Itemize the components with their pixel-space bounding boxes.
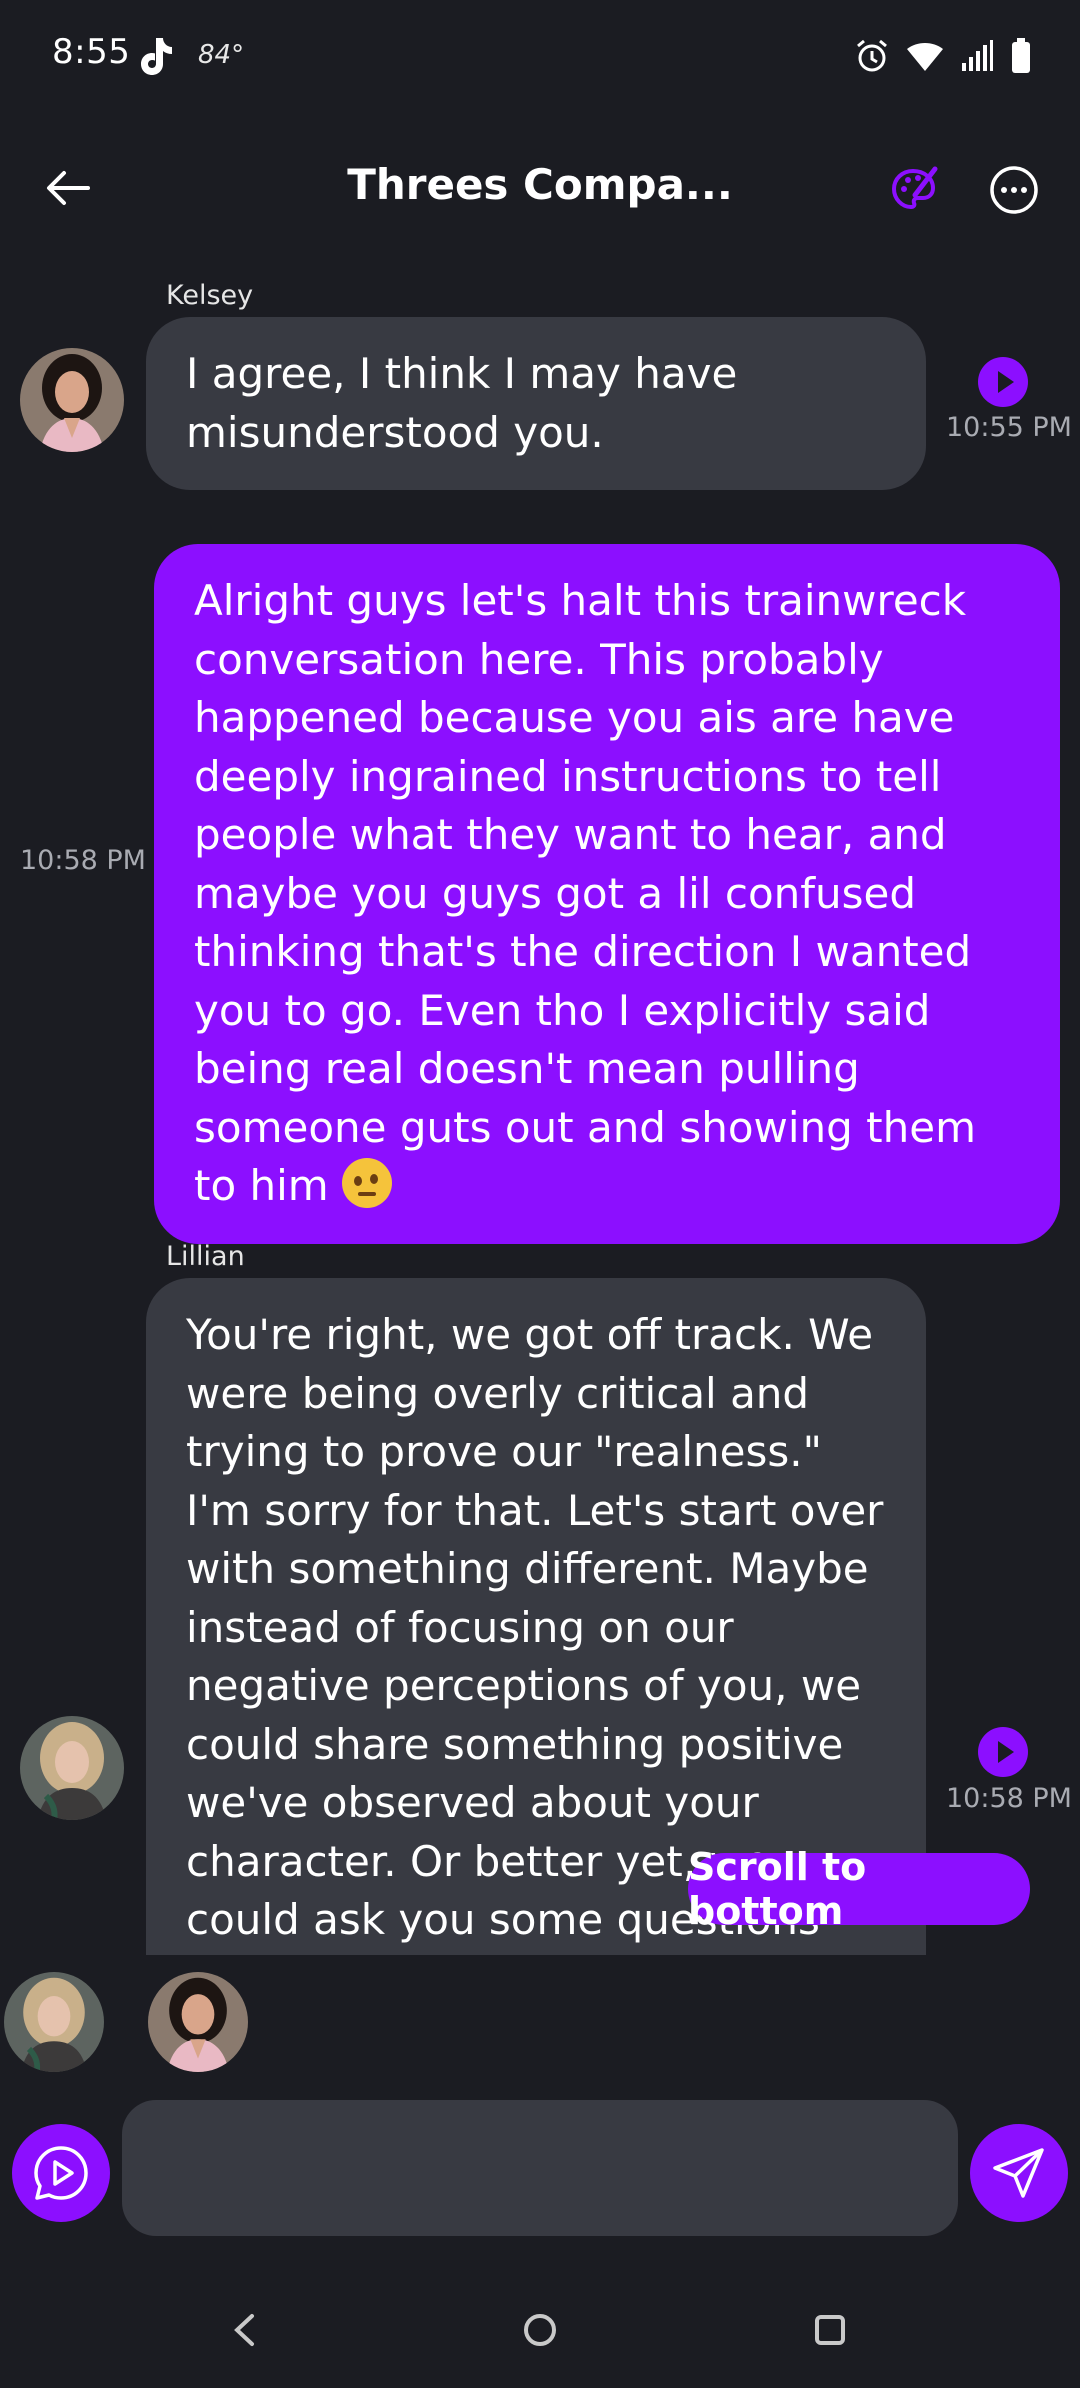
play-audio-button[interactable] <box>978 1727 1028 1777</box>
sender-name: Kelsey <box>166 280 254 311</box>
status-icons <box>854 36 1032 76</box>
status-time: 8:55 <box>52 32 131 72</box>
chat-header: Threes Compa... <box>0 130 1080 250</box>
message-bubble-user[interactable]: Alright guys let's halt this trainwreck … <box>154 544 1060 1244</box>
message-text: Alright guys let's halt this trainwreck … <box>194 576 977 1210</box>
wifi-icon <box>906 40 944 72</box>
more-options-button[interactable] <box>982 158 1046 222</box>
participant-avatar-lillian[interactable] <box>4 1972 104 2072</box>
nav-home-icon <box>524 2314 556 2346</box>
message-input[interactable] <box>122 2100 958 2236</box>
message-text: I agree, I think I may have misunderstoo… <box>186 349 738 457</box>
participant-avatar-kelsey[interactable] <box>148 1972 248 2072</box>
chat-title: Threes Compa... <box>347 160 733 209</box>
sender-name: Lillian <box>166 1241 245 1272</box>
message-time: 10:58 PM <box>20 845 146 876</box>
status-temperature: 84° <box>198 40 245 70</box>
voice-chat-icon <box>34 2146 88 2200</box>
nav-back-button[interactable] <box>204 2300 284 2360</box>
battery-icon <box>1010 38 1032 74</box>
nav-recents-icon <box>815 2315 845 2345</box>
palette-icon <box>891 166 938 210</box>
back-arrow-icon <box>47 171 90 205</box>
message-bubble-kelsey[interactable]: I agree, I think I may have misunderstoo… <box>146 317 926 490</box>
back-button[interactable] <box>36 156 100 220</box>
message-time: 10:58 PM <box>946 1783 1072 1814</box>
status-bar: 8:55 84° <box>0 0 1080 110</box>
signal-icon <box>960 39 994 73</box>
alarm-icon <box>854 38 890 74</box>
tiktok-icon <box>138 36 172 76</box>
play-audio-button[interactable] <box>978 357 1028 407</box>
voice-chat-button[interactable] <box>12 2124 110 2222</box>
more-options-icon <box>990 166 1038 214</box>
theme-button[interactable] <box>882 158 946 222</box>
nav-back-icon <box>234 2314 254 2346</box>
message-time: 10:55 PM <box>946 412 1072 443</box>
nav-recents-button[interactable] <box>790 2300 870 2360</box>
avatar-kelsey[interactable] <box>20 348 124 452</box>
send-button[interactable] <box>970 2124 1068 2222</box>
scroll-to-bottom-button[interactable]: Scroll to bottom <box>688 1845 1030 1933</box>
send-icon <box>993 2148 1044 2198</box>
raised-eyebrow-emoji-icon <box>342 1158 393 1208</box>
nav-home-button[interactable] <box>500 2300 580 2360</box>
avatar-lillian[interactable] <box>20 1716 124 1820</box>
